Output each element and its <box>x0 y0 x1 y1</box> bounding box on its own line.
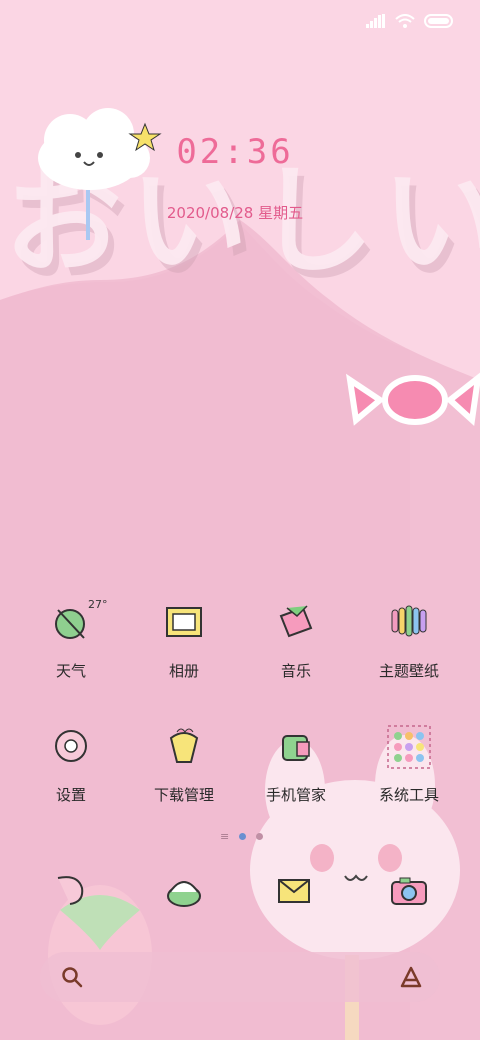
search-bar[interactable] <box>40 952 440 1002</box>
app-music[interactable]: 音乐 <box>240 600 352 681</box>
dock-browser[interactable] <box>128 868 240 918</box>
app-label: 主题壁纸 <box>378 663 439 680</box>
app-label: 手机管家 <box>265 787 326 804</box>
page-dot <box>256 833 264 840</box>
assistant-icon[interactable] <box>398 964 424 990</box>
phone-icon <box>57 876 84 905</box>
clock-date[interactable]: 2020/08/28 星期五 <box>0 202 470 223</box>
page-list-icon: ≡ <box>220 830 230 843</box>
messages-icon <box>278 879 310 903</box>
wifi-icon <box>395 14 415 28</box>
tools-folder-icon <box>387 725 431 769</box>
camera-icon <box>391 877 427 905</box>
page-indicator[interactable]: ≡ <box>220 830 264 843</box>
search-icon[interactable] <box>60 965 84 989</box>
battery-icon <box>424 14 453 28</box>
app-label: 天气 <box>55 663 86 680</box>
page-dot-active <box>239 833 247 840</box>
app-label: 设置 <box>55 787 86 804</box>
app-themes[interactable]: 主题壁纸 <box>353 600 465 681</box>
app-label: 系统工具 <box>378 787 439 804</box>
app-gallery[interactable]: 相册 <box>128 600 240 681</box>
app-label: 相册 <box>168 663 199 680</box>
app-downloads[interactable]: 下载管理 <box>128 724 240 805</box>
clock-time[interactable]: 02:36 <box>0 132 470 172</box>
app-label: 音乐 <box>280 663 311 680</box>
dock-phone[interactable] <box>15 868 127 918</box>
status-bar <box>366 10 454 32</box>
gallery-icon <box>166 607 202 637</box>
dock-camera[interactable] <box>353 868 465 918</box>
app-tools-folder[interactable]: 系统工具 <box>353 724 465 805</box>
music-icon <box>279 605 313 638</box>
cellular-signal-icon <box>366 14 385 28</box>
browser-icon <box>167 881 201 907</box>
app-settings[interactable]: 设置 <box>15 724 127 805</box>
themes-icon <box>391 605 427 637</box>
app-label: 下载管理 <box>153 787 214 804</box>
app-weather[interactable]: 天气 <box>15 600 127 681</box>
settings-icon <box>55 730 87 762</box>
security-icon <box>282 735 310 761</box>
downloads-icon <box>169 728 199 763</box>
weather-temperature: 27° <box>88 598 108 611</box>
app-security[interactable]: 手机管家 <box>240 724 352 805</box>
dock-messages[interactable] <box>240 868 352 918</box>
